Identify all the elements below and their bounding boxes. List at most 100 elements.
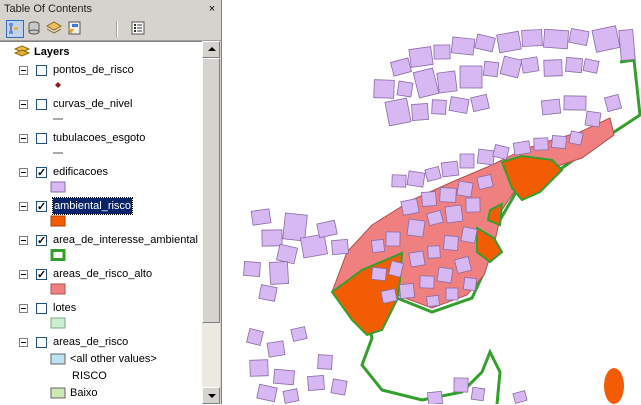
building-footprint xyxy=(250,208,272,226)
building-footprint xyxy=(373,79,395,99)
building-footprint xyxy=(307,375,325,391)
legend-all-other-values-swatch xyxy=(50,353,66,365)
building-footprint xyxy=(290,326,308,342)
map-view[interactable] xyxy=(222,0,641,404)
layer-visibility-checkbox[interactable] xyxy=(36,165,47,181)
layer-visibility-checkbox[interactable] xyxy=(36,133,47,144)
building-footprint xyxy=(411,103,429,121)
list-by-selection-button[interactable] xyxy=(66,20,84,38)
layer-row-edificacoes[interactable]: edificacoes xyxy=(0,164,200,181)
building-footprint xyxy=(448,96,470,114)
close-icon[interactable]: × xyxy=(206,3,218,15)
building-footprint xyxy=(482,60,500,78)
layer-visibility-checkbox[interactable] xyxy=(36,199,47,215)
legend-class-baixo: Baixo xyxy=(70,387,98,399)
options-button[interactable] xyxy=(130,20,148,38)
scroll-down-button[interactable] xyxy=(202,387,220,404)
collapse-icon[interactable] xyxy=(19,100,28,109)
layer-row-curvas_de_nivel[interactable]: curvas_de_nivel xyxy=(0,96,200,112)
layers-root-label: Layers xyxy=(34,46,70,58)
building-footprint xyxy=(408,46,434,68)
list-by-drawing-order-button[interactable] xyxy=(6,20,24,38)
building-footprint xyxy=(424,165,442,183)
collapse-icon[interactable] xyxy=(19,66,28,75)
table-of-contents-panel: Table Of Contents × Layers pontos_de_ris… xyxy=(0,0,222,405)
layer-name[interactable]: tubulacoes_esgoto xyxy=(53,130,145,146)
building-footprint xyxy=(470,93,490,113)
layer-name[interactable]: areas_de_risco xyxy=(53,334,128,350)
collapse-icon[interactable] xyxy=(19,338,28,347)
layer-name[interactable]: pontos_de_risco xyxy=(53,62,134,78)
layer-visibility-checkbox[interactable] xyxy=(36,233,47,249)
layer-row-tubulacoes_esgoto[interactable]: tubulacoes_esgoto xyxy=(0,130,200,146)
building-footprint xyxy=(445,287,459,301)
collapse-icon[interactable] xyxy=(19,134,28,143)
layer-row-area_de_interesse_ambiental[interactable]: area_de_interesse_ambiental xyxy=(0,232,200,249)
building-footprint xyxy=(512,390,528,404)
building-footprint xyxy=(462,276,478,292)
layer-name[interactable]: curvas_de_nivel xyxy=(53,96,133,112)
list-by-visibility-button[interactable] xyxy=(45,20,64,38)
layer-name[interactable]: areas_de_risco_alto xyxy=(53,266,152,282)
layer-visibility-checkbox[interactable] xyxy=(36,267,47,283)
building-footprint xyxy=(459,153,475,169)
scroll-thumb[interactable] xyxy=(202,58,220,323)
layer-row-lotes[interactable]: lotes xyxy=(0,300,200,316)
scroll-up-button[interactable] xyxy=(202,41,220,58)
layer-symbol-line xyxy=(53,118,63,120)
building-footprint xyxy=(370,266,388,282)
building-footprint xyxy=(384,97,412,127)
layer-list: Layers pontos_de_risco curvas_de_niveltub… xyxy=(0,41,202,405)
database-icon xyxy=(28,21,40,35)
building-footprint xyxy=(460,226,478,244)
layer-visibility-checkbox[interactable] xyxy=(36,303,47,314)
building-footprint xyxy=(261,229,283,247)
layer-name[interactable]: area_de_interesse_ambiental xyxy=(53,232,198,248)
layer-row-areas_de_risco_alto[interactable]: areas_de_risco_alto xyxy=(0,266,200,283)
legend-class-baixo-swatch xyxy=(50,387,66,399)
building-footprint xyxy=(421,191,437,207)
building-footprint xyxy=(282,212,308,242)
layer-visibility-checkbox[interactable] xyxy=(36,337,47,348)
building-footprint xyxy=(440,160,460,178)
toc-title: Table Of Contents xyxy=(0,0,221,18)
building-footprint xyxy=(390,57,412,77)
building-footprint xyxy=(454,256,472,274)
layer-symbol-fill xyxy=(50,215,66,227)
building-footprint xyxy=(492,143,510,161)
buildings-layer xyxy=(243,25,636,404)
building-footprint xyxy=(370,238,386,254)
layer-row-ambiental_risco[interactable]: ambiental_risco xyxy=(0,197,200,215)
collapse-icon[interactable] xyxy=(19,202,28,211)
layer-visibility-checkbox[interactable] xyxy=(36,65,47,76)
collapse-icon[interactable] xyxy=(19,168,28,177)
collapse-icon[interactable] xyxy=(19,270,28,279)
layer-name[interactable]: lotes xyxy=(53,300,76,316)
toc-scrollbar[interactable] xyxy=(202,41,220,404)
building-footprint xyxy=(406,170,426,188)
building-footprint xyxy=(543,59,563,77)
layer-row-areas_de_risco[interactable]: areas_de_risco xyxy=(0,334,200,350)
collapse-icon[interactable] xyxy=(19,304,28,313)
building-footprint xyxy=(425,294,441,308)
building-footprint xyxy=(582,58,600,74)
layer-name[interactable]: edificacoes xyxy=(53,164,108,180)
building-footprint xyxy=(299,233,329,259)
building-footprint xyxy=(443,235,459,251)
list-by-drawing-order-icon xyxy=(9,23,18,34)
building-footprint xyxy=(456,180,474,198)
building-footprint xyxy=(603,93,623,113)
building-footprint xyxy=(433,44,451,60)
building-footprint xyxy=(436,70,458,94)
layer-row-pontos_de_risco[interactable]: pontos_de_risco xyxy=(0,62,200,78)
building-footprint xyxy=(427,245,441,259)
toolbar-separator xyxy=(116,21,118,37)
building-footprint xyxy=(385,231,401,247)
collapse-icon[interactable] xyxy=(19,236,28,245)
building-footprint xyxy=(476,174,494,190)
layers-root[interactable]: Layers xyxy=(14,44,194,60)
layer-symbol-hollow xyxy=(50,249,66,261)
list-by-source-button[interactable] xyxy=(26,20,44,38)
layer-name[interactable]: ambiental_risco xyxy=(51,197,134,215)
layer-visibility-checkbox[interactable] xyxy=(36,99,47,110)
